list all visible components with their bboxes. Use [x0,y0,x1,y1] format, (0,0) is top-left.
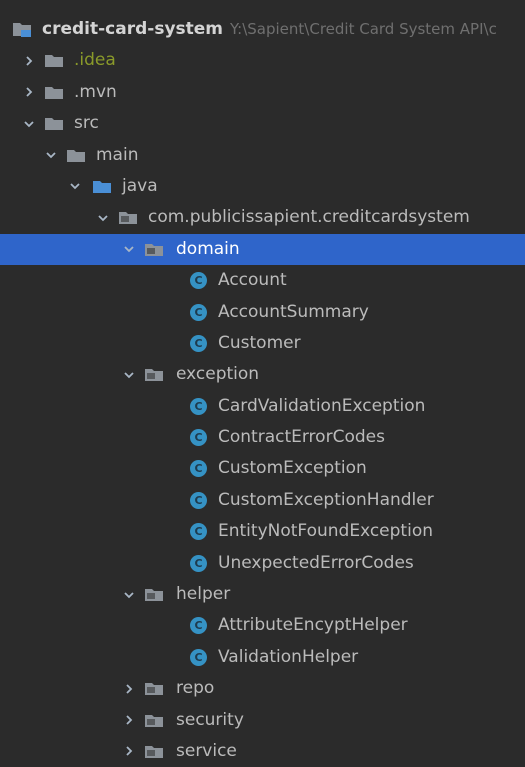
tree-node-label: .mvn [74,81,117,102]
chevron-right-icon[interactable] [122,673,136,704]
folder-icon [44,115,64,132]
package-icon [144,241,164,258]
folder-icon [44,84,64,101]
tree-class-item[interactable]: C EntityNotFoundException [0,516,525,547]
tree-node-label: AccountSummary [218,301,369,322]
class-icon: C [190,617,207,635]
tree-node-label: security [176,709,244,730]
chevron-down-icon[interactable] [122,359,136,390]
chevron-down-icon[interactable] [68,171,82,202]
class-icon: C [190,523,207,541]
chevron-down-icon[interactable] [96,202,110,233]
tree-node-idea[interactable]: .idea [0,45,525,76]
chevron-right-icon[interactable] [122,736,136,767]
chevron-right-icon[interactable] [22,77,36,108]
class-icon: C [190,397,207,415]
class-icon: C [190,460,207,478]
tree-class-item[interactable]: C AccountSummary [0,297,525,328]
tree-node-credit-card-system[interactable]: credit-card-system Y:\Sapient\Credit Card… [0,14,525,45]
tree-class-item[interactable]: C Customer [0,328,525,359]
class-icon: C [190,648,207,666]
package-icon [144,586,164,603]
project-path: Y:\Sapient\Credit Card System API\c [230,20,497,38]
tree-node-label: UnexpectedErrorCodes [218,552,414,573]
tree-class-item[interactable]: C ContractErrorCodes [0,422,525,453]
source-folder-icon [92,178,112,195]
tree-node-com-publicissapient-creditcardsystem[interactable]: com.publicissapient.creditcardsystem [0,202,525,233]
project-tree: credit-card-system Y:\Sapient\Credit Card… [0,0,525,761]
tree-node-label: ValidationHelper [218,646,359,667]
chevron-right-icon[interactable] [122,705,136,736]
class-icon: C [190,491,207,509]
tree-node-repo[interactable]: repo [0,673,525,704]
tree-node-service[interactable]: service [0,736,525,767]
tree-node-label: Account [218,270,287,291]
tree-class-item[interactable]: C ValidationHelper [0,642,525,673]
tree-node-label: credit-card-system [42,19,224,39]
tree-node-java[interactable]: java [0,171,525,202]
tree-class-item[interactable]: C CustomExceptionHandler [0,485,525,516]
chevron-down-icon[interactable] [44,140,58,171]
chevron-down-icon[interactable] [22,108,36,139]
tree-node-label: repo [176,678,215,699]
tree-class-item[interactable]: C CardValidationException [0,391,525,422]
tree-node-label: helper [176,584,231,605]
tree-class-item[interactable]: C AttributeEncyptHelper [0,610,525,641]
tree-node-src[interactable]: src [0,108,525,139]
tree-node-mvn[interactable]: .mvn [0,77,525,108]
tree-node-main[interactable]: main [0,140,525,171]
tree-node-domain[interactable]: domain [0,233,525,266]
tree-node-label: CustomExceptionHandler [218,489,434,510]
tree-node-label: java [122,175,158,196]
chevron-down-icon[interactable] [122,234,136,265]
tree-node-label: domain [176,238,240,259]
tree-node-label: CardValidationException [218,395,426,416]
class-icon: C [190,334,207,352]
tree-node-label: .idea [74,50,116,71]
tree-node-label: exception [176,364,260,385]
package-icon [118,209,138,226]
folder-icon [66,147,86,164]
package-icon [144,366,164,383]
tree-node-label: Customer [218,332,301,353]
tree-node-label: src [74,113,99,134]
tree-node-label: main [96,144,139,165]
tree-node-label: com.publicissapient.creditcardsystem [148,207,470,228]
class-icon: C [190,429,207,447]
chevron-right-icon[interactable] [22,45,36,76]
tree-node-helper[interactable]: helper [0,579,525,610]
tree-node-label: ContractErrorCodes [218,427,385,448]
tree-node-label: EntityNotFoundException [218,521,433,542]
tree-node-exception[interactable]: exception [0,359,525,390]
tree-node-security[interactable]: security [0,705,525,736]
tree-node-label: service [176,740,237,761]
tree-class-item[interactable]: C UnexpectedErrorCodes [0,548,525,579]
chevron-down-icon[interactable] [122,579,136,610]
tree-class-item[interactable]: C Account [0,265,525,296]
package-icon [144,680,164,697]
package-icon [144,712,164,729]
class-icon: C [190,303,207,321]
project-icon [12,21,32,38]
tree-node-label: AttributeEncyptHelper [218,615,408,636]
class-icon: C [190,272,207,290]
tree-class-item[interactable]: C CustomException [0,453,525,484]
package-icon [144,743,164,760]
folder-icon [44,52,64,69]
tree-node-label: CustomException [218,458,367,479]
class-icon: C [190,554,207,572]
